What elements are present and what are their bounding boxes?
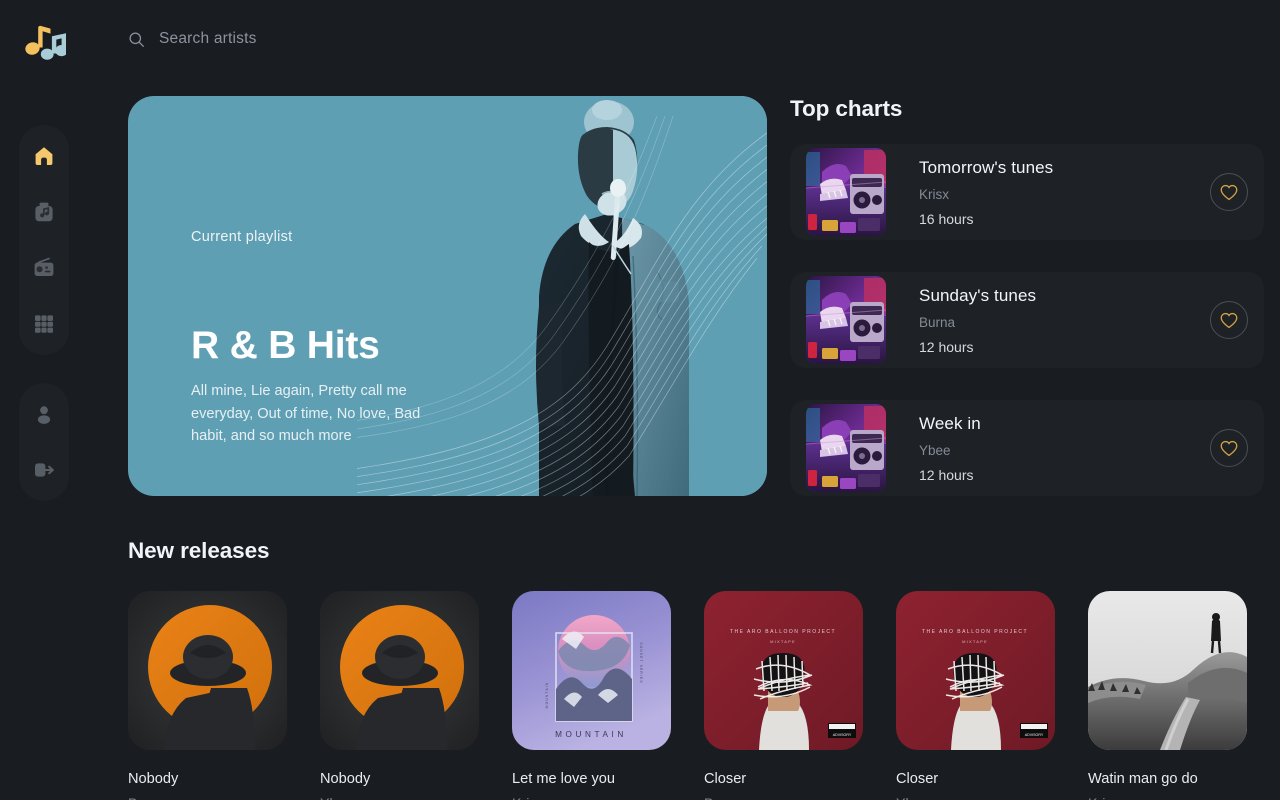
release-artist: Ybee <box>896 796 1055 800</box>
track-duration: 12 hours <box>919 338 974 355</box>
orange-circle-hat-art <box>320 591 479 750</box>
release-title: Closer <box>896 771 939 787</box>
track-artist: Ybee <box>919 442 951 458</box>
grid-icon <box>35 315 53 333</box>
album-art <box>806 404 886 492</box>
hero-content: Current playlist R & B Hits All mine, Li… <box>191 96 521 496</box>
svg-text:ADVISORY: ADVISORY <box>833 733 852 737</box>
album-art[interactable] <box>1088 591 1247 750</box>
album-art[interactable]: MOUNTAIN SUNSET SERIES MOUNTAIN <box>512 591 671 750</box>
svg-text:THE ARO BALLOON PROJECT: THE ARO BALLOON PROJECT <box>730 629 836 635</box>
album-art <box>806 148 886 236</box>
track-info: Tomorrow's tunes Krisx 16 hours <box>919 158 1210 227</box>
red-scribble-face-art: THE ARO BALLOON PROJECT MIXTAPE ADVISORY <box>896 591 1055 750</box>
album-art-label: MOUNTAIN <box>555 730 627 739</box>
album-art[interactable] <box>128 591 287 750</box>
sidebar-item-player[interactable] <box>27 195 61 229</box>
red-scribble-face-art: THE ARO BALLOON PROJECT MIXTAPE ADVISORY <box>704 591 863 750</box>
sidebar <box>0 0 88 800</box>
list-item[interactable]: Nobody Burna <box>128 591 287 800</box>
svg-text:MIXTAPE: MIXTAPE <box>770 639 796 644</box>
hero-description: All mine, Lie again, Pretty call me ever… <box>191 383 421 445</box>
svg-text:THE ARO BALLOON PROJECT: THE ARO BALLOON PROJECT <box>922 629 1028 635</box>
boombox-sneakers-art <box>806 404 886 492</box>
new-releases-grid: Nobody Burna Nobody Ybee <box>128 591 1268 800</box>
album-art[interactable]: THE ARO BALLOON PROJECT MIXTAPE ADVISORY <box>896 591 1055 750</box>
sidebar-item-profile[interactable] <box>27 397 61 431</box>
app-logo[interactable] <box>18 17 70 65</box>
sidebar-secondary-nav <box>19 383 69 501</box>
album-art[interactable]: THE ARO BALLOON PROJECT MIXTAPE ADVISORY <box>704 591 863 750</box>
release-artist: Burna <box>704 796 863 800</box>
sidebar-item-logout[interactable] <box>27 453 61 487</box>
release-artist: Krisx <box>1088 796 1247 800</box>
new-releases-section: New releases Nobody Burna <box>128 538 1268 800</box>
sidebar-item-radio[interactable] <box>27 251 61 285</box>
list-item[interactable]: Nobody Ybee <box>320 591 479 800</box>
table-row[interactable]: Sunday's tunes Burna 12 hours <box>790 272 1264 368</box>
new-releases-title: New releases <box>128 538 270 563</box>
orange-circle-hat-art <box>128 591 287 750</box>
topbar <box>128 24 579 54</box>
track-info: Week in Ybee 12 hours <box>919 414 1210 483</box>
release-title: Closer <box>704 771 747 787</box>
hero-title: R & B Hits <box>191 324 380 367</box>
search-icon[interactable] <box>128 31 145 48</box>
boombox-sneakers-art <box>806 148 886 236</box>
svg-text:SUNSET SERIES: SUNSET SERIES <box>639 642 643 683</box>
album-art[interactable] <box>320 591 479 750</box>
top-charts-title: Top charts <box>790 96 903 121</box>
heart-outline-icon <box>1220 184 1238 200</box>
track-title: Tomorrow's tunes <box>919 157 1054 177</box>
list-item[interactable]: THE ARO BALLOON PROJECT MIXTAPE ADVISORY <box>704 591 863 800</box>
list-item[interactable]: MOUNTAIN SUNSET SERIES MOUNTAIN Let me l… <box>512 591 671 800</box>
heart-outline-icon <box>1220 440 1238 456</box>
like-button[interactable] <box>1210 429 1248 467</box>
mountain-poster-art: MOUNTAIN SUNSET SERIES MOUNTAIN <box>512 591 671 750</box>
user-icon <box>37 406 51 424</box>
release-title: Nobody <box>320 771 371 787</box>
like-button[interactable] <box>1210 173 1248 211</box>
hero-eyebrow: Current playlist <box>191 229 293 245</box>
release-title: Nobody <box>128 771 179 787</box>
sidebar-primary-nav <box>19 125 69 355</box>
music-note-logo-icon <box>25 25 66 60</box>
track-duration: 12 hours <box>919 466 974 483</box>
track-artist: Krisx <box>919 186 949 202</box>
logout-icon <box>35 463 54 477</box>
release-artist: Krisx <box>512 796 671 800</box>
home-icon <box>35 147 53 165</box>
list-item[interactable]: THE ARO BALLOON PROJECT MIXTAPE ADVISORY <box>896 591 1055 800</box>
boombox-sneakers-art <box>806 276 886 364</box>
track-artist: Burna <box>919 314 956 330</box>
sidebar-item-home[interactable] <box>27 139 61 173</box>
like-button[interactable] <box>1210 301 1248 339</box>
release-title: Watin man go do <box>1088 771 1198 787</box>
release-title: Let me love you <box>512 771 616 787</box>
track-title: Sunday's tunes <box>919 285 1037 305</box>
sidebar-item-browse[interactable] <box>27 307 61 341</box>
table-row[interactable]: Week in Ybee 12 hours <box>790 400 1264 496</box>
heart-outline-icon <box>1220 312 1238 328</box>
bw-landscape-walker-art <box>1088 591 1247 750</box>
music-player-icon <box>35 202 53 222</box>
svg-text:MOUNTAIN: MOUNTAIN <box>545 682 549 709</box>
svg-text:ADVISORY: ADVISORY <box>1025 733 1044 737</box>
top-charts-section: Top charts Tomorrow's tunes Krisx 16 hou… <box>790 96 1280 528</box>
svg-text:MIXTAPE: MIXTAPE <box>962 639 988 644</box>
track-title: Week in <box>919 413 981 433</box>
track-duration: 16 hours <box>919 210 974 227</box>
list-item[interactable]: Watin man go do Krisx <box>1088 591 1247 800</box>
search-input[interactable] <box>159 30 579 48</box>
album-art <box>806 276 886 364</box>
release-artist: Burna <box>128 796 287 800</box>
radio-icon <box>34 257 54 276</box>
current-playlist-hero[interactable]: Current playlist R & B Hits All mine, Li… <box>128 96 767 496</box>
release-artist: Ybee <box>320 796 479 800</box>
track-info: Sunday's tunes Burna 12 hours <box>919 286 1210 355</box>
table-row[interactable]: Tomorrow's tunes Krisx 16 hours <box>790 144 1264 240</box>
